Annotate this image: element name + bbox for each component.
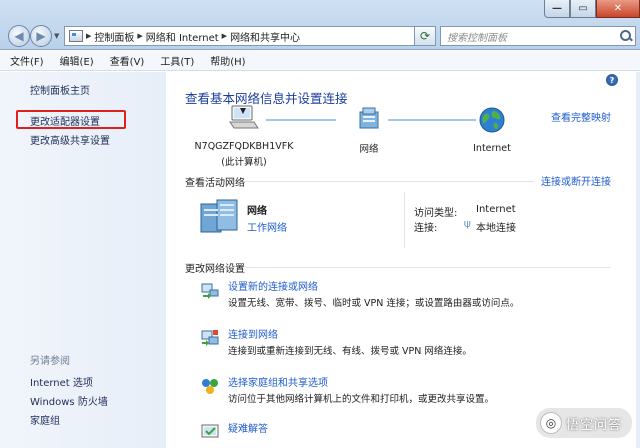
sidebar-windows-firewall[interactable]: Windows 防火墙: [30, 393, 108, 408]
menu-view[interactable]: 查看(V): [110, 53, 145, 68]
refresh-button[interactable]: ⟳: [414, 26, 436, 46]
connect-disconnect-link[interactable]: 连接或断开连接: [541, 173, 611, 188]
connections-label: 连接:: [414, 223, 438, 234]
connect-network-icon: [201, 330, 219, 346]
homegroup-icon: [202, 379, 218, 394]
task-new-connection-link[interactable]: 设置新的连接或网络: [228, 278, 318, 293]
task-troubleshoot-link[interactable]: 疑难解答: [228, 420, 268, 435]
window-edge: [636, 72, 640, 448]
sidebar-control-panel-home[interactable]: 控制面板主页: [30, 82, 90, 97]
access-type-value: Internet: [476, 204, 516, 215]
active-network-icon: [200, 199, 238, 233]
menu-bar: 文件(F) 编辑(E) 查看(V) 工具(T) 帮助(H): [0, 51, 640, 71]
view-full-map-link[interactable]: 查看完整映射: [551, 109, 611, 124]
task-connect-network-desc: 连接到或重新连接到无线、有线、拨号或 VPN 网络连接。: [228, 346, 472, 357]
globe-icon: [479, 107, 505, 133]
map-this-computer[interactable]: N7QGZFQDKBH1VFK (此计算机): [194, 104, 294, 168]
sidebar-internet-options[interactable]: Internet 选项: [30, 374, 93, 389]
search-input[interactable]: 搜索控制面板: [447, 29, 617, 44]
vertical-divider: [404, 192, 405, 248]
see-also-header: 另请参阅: [30, 356, 70, 367]
new-connection-icon: [201, 283, 219, 299]
ethernet-icon: ⍦: [464, 217, 471, 230]
help-icon[interactable]: ?: [606, 74, 618, 86]
task-connect-network-link[interactable]: 连接到网络: [228, 326, 278, 341]
watermark: ◎ 悟空问答: [535, 408, 632, 438]
menu-tools[interactable]: 工具(T): [160, 53, 194, 68]
map-internet[interactable]: Internet: [462, 106, 522, 154]
sidebar-change-advanced-sharing[interactable]: 更改高级共享设置: [30, 132, 110, 147]
change-settings-label: 更改网络设置: [185, 264, 245, 275]
section-divider: [244, 181, 534, 182]
map-internet-label: Internet: [473, 143, 511, 154]
search-icon[interactable]: [617, 27, 635, 45]
active-networks-label: 查看活动网络: [185, 178, 245, 189]
address-bar[interactable]: ▶ 控制面板 ▶ 网络和 Internet ▶ 网络和共享中心 ▼: [64, 26, 430, 46]
access-type-label: 访问类型:: [414, 208, 458, 219]
menu-edit[interactable]: 编辑(E): [60, 53, 94, 68]
minimize-button[interactable]: —: [544, 0, 570, 18]
control-panel-icon: [69, 30, 83, 42]
window-controls: — ▭ ✕: [544, 0, 640, 20]
refresh-icon: ⟳: [419, 29, 431, 43]
map-network-label: 网络: [359, 144, 379, 155]
menu-file[interactable]: 文件(F): [10, 53, 44, 68]
back-arrow-icon: ◀: [14, 29, 24, 43]
maximize-button[interactable]: ▭: [570, 0, 596, 18]
sidebar: 控制面板主页 更改适配器设置 更改高级共享设置 另请参阅 Internet 选项…: [0, 72, 166, 448]
breadcrumb-separator-icon[interactable]: ▶: [86, 32, 91, 40]
task-homegroup-link[interactable]: 选择家庭组和共享选项: [228, 374, 328, 389]
breadcrumb-control-panel[interactable]: 控制面板: [94, 29, 134, 44]
task-new-connection-desc: 设置无线、宽带、拨号、临时或 VPN 连接；或设置路由器或访问点。: [228, 298, 520, 309]
section-divider: [246, 267, 611, 268]
forward-button[interactable]: ▶: [30, 25, 52, 47]
menu-help[interactable]: 帮助(H): [210, 53, 245, 68]
computer-subtitle: (此计算机): [221, 157, 267, 168]
sidebar-change-adapter-settings[interactable]: 更改适配器设置: [30, 113, 100, 128]
active-network-name: 网络: [247, 206, 267, 217]
main-content: ? 查看基本网络信息并设置连接 查看完整映射 N7QGZFQDKBH1VFK (…: [166, 72, 640, 448]
breadcrumb-network-sharing-center[interactable]: 网络和共享中心: [230, 29, 300, 44]
close-button[interactable]: ✕: [596, 0, 640, 18]
recent-pages-dropdown-icon[interactable]: ▼: [54, 32, 59, 40]
network-icon: [359, 107, 379, 129]
watermark-logo-icon: ◎: [539, 412, 562, 434]
search-box[interactable]: 搜索控制面板: [440, 26, 636, 46]
breadcrumb-network-internet[interactable]: 网络和 Internet: [146, 29, 219, 44]
task-homegroup-desc: 访问位于其他网络计算机上的文件和打印机，或更改共享设置。: [228, 394, 495, 405]
computer-name: N7QGZFQDKBH1VFK: [194, 141, 294, 152]
troubleshoot-icon: [201, 424, 219, 438]
watermark-text: 悟空问答: [565, 417, 622, 433]
map-network[interactable]: 网络: [342, 106, 396, 155]
window-titlebar: — ▭ ✕ ◀ ▶ ▼ ▶ 控制面板 ▶ 网络和 Internet ▶ 网络和共…: [0, 0, 640, 50]
breadcrumb-separator-icon[interactable]: ▶: [137, 32, 142, 40]
forward-arrow-icon: ▶: [36, 29, 46, 43]
breadcrumb-separator-icon[interactable]: ▶: [222, 32, 227, 40]
local-connection-link[interactable]: 本地连接: [476, 219, 516, 234]
sidebar-homegroup[interactable]: 家庭组: [30, 412, 60, 427]
back-button[interactable]: ◀: [8, 25, 30, 47]
computer-icon: [229, 105, 259, 129]
network-type-link[interactable]: 工作网络: [247, 219, 287, 234]
